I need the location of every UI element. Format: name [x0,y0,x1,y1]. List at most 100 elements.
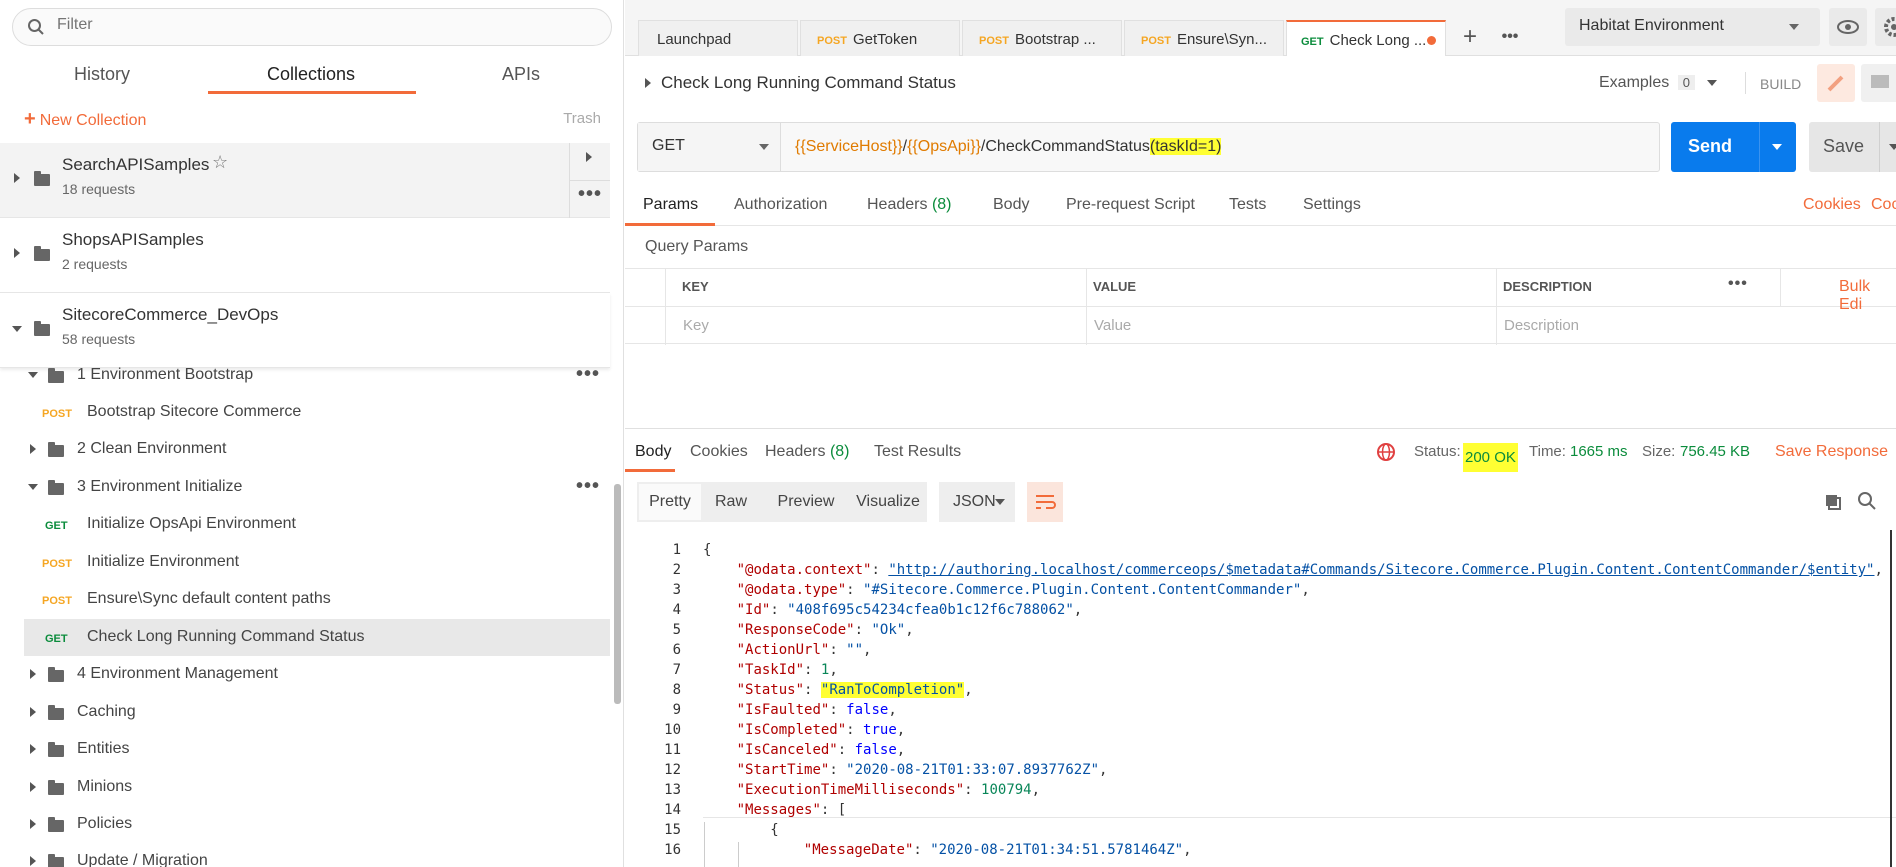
gear-icon[interactable] [1875,8,1896,46]
filter-box[interactable] [12,8,612,46]
caret-right-icon[interactable] [645,78,651,88]
tab-collections[interactable]: Collections [267,64,355,85]
tab-body[interactable]: Body [993,196,1029,214]
request-item[interactable]: POST Ensure\Sync default content paths [24,581,610,618]
status-value[interactable]: 200 OK [1463,443,1518,472]
environment-select[interactable]: Habitat Environment [1565,8,1820,46]
folder-item[interactable]: 3 Environment Initialize ••• [24,469,610,506]
code-link[interactable]: Coc [1871,196,1896,214]
tab-settings[interactable]: Settings [1303,196,1361,214]
pencil-icon[interactable] [1817,64,1855,102]
examples-dropdown[interactable]: Examples 0 [1599,74,1718,92]
request-item-selected[interactable]: GET Check Long Running Command Status [24,619,610,656]
caret-right-icon[interactable] [30,819,36,829]
chevron-down-icon[interactable] [1772,144,1782,150]
globe-icon[interactable] [1375,441,1397,468]
col-description: DESCRIPTION [1503,279,1592,294]
request-tab[interactable]: POST Ensure\Syn... [1124,20,1284,56]
folder-item[interactable]: 1 Environment Bootstrap ••• [24,357,610,394]
editor-scrollbar[interactable] [1890,530,1892,867]
search-icon[interactable] [1857,491,1877,516]
view-visualize-button[interactable]: Visualize [849,482,927,522]
collection-row[interactable]: SearchAPISamples ☆ 18 requests ••• [0,143,610,218]
folder-item[interactable]: Update / Migration [24,843,610,867]
more-icon[interactable]: ••• [1728,275,1748,293]
description-input[interactable]: Description [1504,317,1579,334]
new-tab-plus-icon[interactable]: + [1450,20,1490,56]
tab-apis[interactable]: APIs [502,64,540,85]
tab-response-body[interactable]: Body [635,443,671,461]
more-icon[interactable]: ••• [578,183,602,206]
filter-input[interactable] [57,16,577,34]
trash-button[interactable]: Trash [563,110,601,127]
caret-right-icon[interactable] [30,856,36,866]
new-collection-button[interactable]: + New Collection [24,108,146,131]
time-value[interactable]: 1665 ms [1570,443,1628,460]
comment-icon[interactable] [1861,64,1896,102]
caret-right-icon[interactable] [586,152,592,162]
tab-response-headers[interactable]: Headers (8) [765,443,850,461]
tab-tests[interactable]: Tests [1229,196,1266,214]
tab-prerequest[interactable]: Pre-request Script [1066,196,1195,214]
caret-right-icon[interactable] [30,782,36,792]
tab-headers[interactable]: Headers (8) [867,196,952,214]
tab-params[interactable]: Params [643,196,698,214]
request-item[interactable]: GET Initialize OpsApi Environment [24,506,610,543]
request-item[interactable]: POST Initialize Environment [24,544,610,581]
request-tab[interactable]: Launchpad [638,20,798,56]
folder-item[interactable]: Policies [24,806,610,843]
tab-response-cookies[interactable]: Cookies [690,443,748,461]
method-select[interactable]: GET [638,123,781,171]
json-string: "#Sitecore.Commerce.Plugin.Content.Conte… [863,582,1302,598]
request-tab[interactable]: POST GetToken [800,20,960,56]
size-value[interactable]: 756.45 KB [1680,443,1750,460]
request-title[interactable]: Check Long Running Command Status [661,73,956,93]
value-input[interactable]: Value [1094,317,1131,334]
caret-right-icon[interactable] [14,173,20,183]
caret-right-icon[interactable] [30,669,36,679]
folder-item[interactable]: 4 Environment Management [24,656,610,693]
response-body-editor[interactable]: 1 {2 "@odata.context": "http://authoring.l… [625,530,1896,867]
tabs-more-icon[interactable]: ••• [1490,20,1530,56]
key-input[interactable]: Key [683,317,709,334]
url-input[interactable]: {{ServiceHost}}/{{OpsApi}}/CheckCommandS… [795,138,1222,156]
folder-item[interactable]: 2 Clean Environment [24,431,610,468]
folder-item[interactable]: Entities [24,731,610,768]
wrap-lines-icon[interactable] [1027,482,1063,522]
caret-down-icon[interactable] [28,484,38,490]
caret-right-icon[interactable] [14,248,20,258]
tab-history[interactable]: History [74,64,130,85]
bulk-edit-link[interactable]: Bulk Edi [1839,278,1896,314]
request-tab-active[interactable]: GET Check Long ... [1286,20,1446,56]
view-preview-button[interactable]: Preview [765,482,847,522]
caret-right-icon[interactable] [30,707,36,717]
view-pretty-button[interactable]: Pretty [639,484,701,520]
caret-down-icon[interactable] [12,326,22,332]
save-response-button[interactable]: Save Response [1775,443,1888,461]
collection-row[interactable]: ShopsAPISamples 2 requests [0,218,610,293]
save-button[interactable]: Save [1809,122,1896,172]
star-icon[interactable]: ☆ [212,152,228,173]
tab-authorization[interactable]: Authorization [734,196,827,214]
view-raw-button[interactable]: Raw [702,482,760,522]
request-item[interactable]: POST Bootstrap Sitecore Commerce [24,394,610,431]
build-label[interactable]: BUILD [1760,76,1801,92]
folder-item[interactable]: Caching [24,694,610,731]
more-icon[interactable]: ••• [576,475,600,498]
cookies-link[interactable]: Cookies [1803,196,1861,214]
json-punct: , [896,722,906,738]
new-collection-label: New Collection [39,112,147,129]
send-button[interactable]: Send [1671,122,1796,172]
eye-icon[interactable] [1829,8,1867,46]
caret-right-icon[interactable] [30,744,36,754]
request-tab[interactable]: POST Bootstrap ... [962,20,1122,56]
folder-item[interactable]: Minions [24,769,610,806]
caret-right-icon[interactable] [30,444,36,454]
format-select[interactable]: JSON [939,482,1015,522]
chevron-down-icon[interactable] [1889,144,1896,150]
tab-test-results[interactable]: Test Results [874,443,961,461]
copy-icon[interactable] [1823,492,1843,517]
caret-down-icon[interactable] [28,372,38,378]
sidebar-scrollbar[interactable] [614,484,621,704]
more-icon[interactable]: ••• [576,363,600,386]
